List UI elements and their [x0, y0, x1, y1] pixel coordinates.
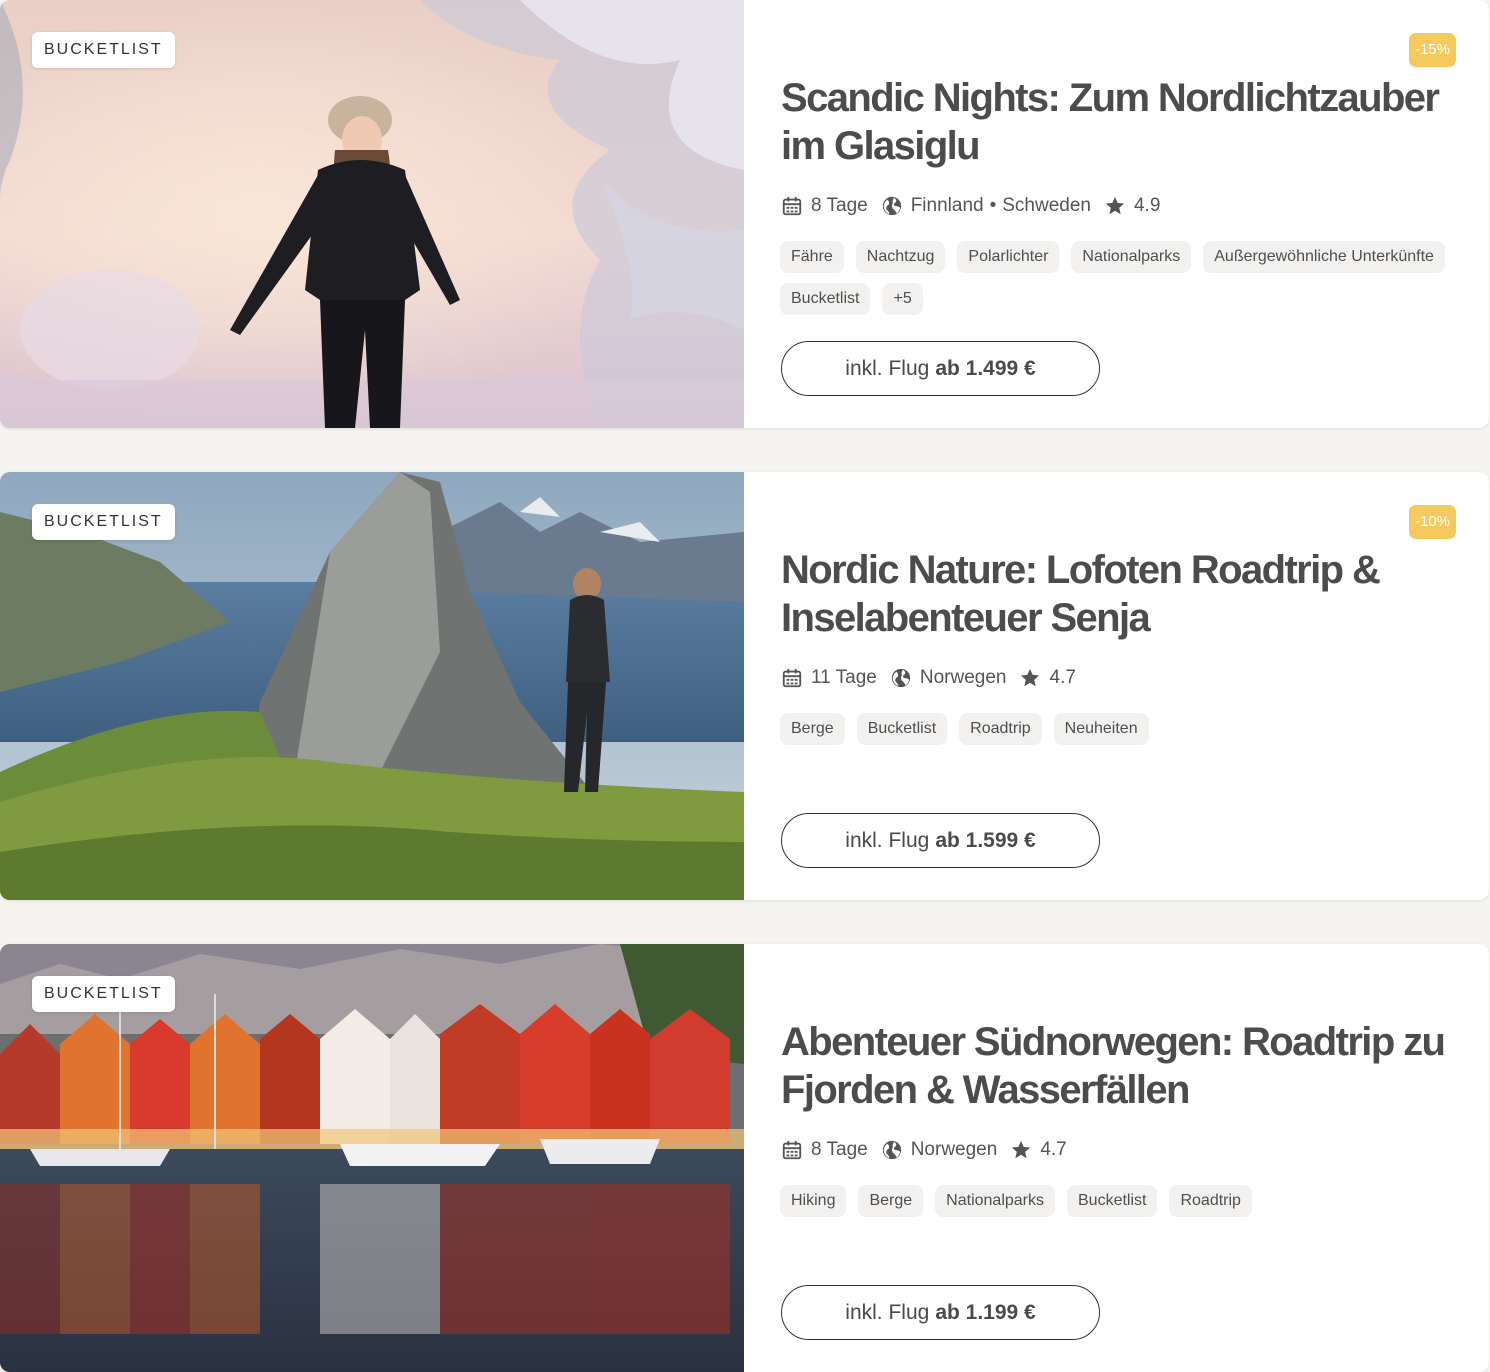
trip-duration: 8 Tage [811, 1139, 868, 1160]
tag[interactable]: Berge [780, 713, 845, 745]
tag[interactable]: Fähre [780, 241, 844, 273]
calendar-icon [781, 195, 803, 217]
tag[interactable]: Nationalparks [935, 1185, 1055, 1217]
trip-rating: 4.9 [1133, 195, 1161, 216]
trip-title[interactable]: Abenteuer Südnorwegen: Roadtrip zu Fjord… [781, 1018, 1461, 1114]
price-value: ab 1.199 € [935, 1300, 1036, 1324]
globe-icon [881, 1139, 903, 1161]
tag[interactable]: Neuheiten [1053, 713, 1149, 745]
calendar-icon [781, 667, 803, 689]
price-prefix: inkl. Flug [845, 356, 930, 380]
tag[interactable]: Bucketlist [780, 283, 871, 315]
more-tags-button[interactable]: +5 [882, 283, 923, 315]
trip-title[interactable]: Scandic Nights: Zum Nordlichtzauber im G… [781, 74, 1461, 170]
price-button[interactable]: inkl. Flug ab 1.499 € [781, 341, 1100, 396]
tag[interactable]: Bucketlist [1067, 1185, 1158, 1217]
tag[interactable]: Roadtrip [1169, 1185, 1252, 1217]
bucketlist-badge: BUCKETLIST [32, 504, 175, 540]
trip-country: Finnland [910, 195, 984, 216]
star-icon [1010, 1139, 1032, 1161]
trip-photo-lofoten[interactable]: BUCKETLIST [0, 472, 744, 900]
trip-country: Schweden [1002, 195, 1091, 216]
tag-list: Hiking Berge Nationalparks Bucketlist Ro… [780, 1185, 1460, 1217]
price-prefix: inkl. Flug [845, 1300, 930, 1324]
bucketlist-badge: BUCKETLIST [32, 32, 175, 68]
discount-badge: -10% [1408, 505, 1456, 539]
bucketlist-badge: BUCKETLIST [32, 976, 175, 1012]
trip-content: -15% Scandic Nights: Zum Nordlichtzauber… [744, 0, 1489, 428]
trip-photo-winter[interactable]: BUCKETLIST [0, 0, 744, 428]
globe-icon [890, 667, 912, 689]
trip-rating: 4.7 [1049, 667, 1076, 688]
tag[interactable]: Roadtrip [959, 713, 1042, 745]
discount-badge: -15% [1408, 33, 1456, 67]
trip-photo-bergen[interactable]: BUCKETLIST [0, 944, 744, 1372]
trip-meta: 11 Tage Norwegen 4.7 [781, 664, 1089, 692]
trip-card[interactable]: BUCKETLIST Abenteuer Südnorwegen: Roadtr… [0, 944, 1489, 1372]
trip-meta: 8 Tage Finnland • Schweden 4.9 [781, 192, 1173, 220]
tag-list: Fähre Nachtzug Polarlichter Nationalpark… [780, 241, 1460, 315]
tag[interactable]: Bucketlist [856, 713, 948, 745]
trip-card[interactable]: BUCKETLIST -15% Scandic Nights: Zum Nord… [0, 0, 1489, 428]
price-value: ab 1.499 € [935, 356, 1036, 380]
trip-duration: 8 Tage [811, 195, 868, 216]
globe-icon [881, 195, 903, 217]
trip-meta: 8 Tage Norwegen 4.7 [781, 1136, 1080, 1164]
trip-content: -10% Nordic Nature: Lofoten Roadtrip & I… [744, 472, 1489, 900]
trip-title[interactable]: Nordic Nature: Lofoten Roadtrip & Insela… [781, 546, 1461, 642]
trip-content: Abenteuer Südnorwegen: Roadtrip zu Fjord… [744, 944, 1489, 1372]
price-button[interactable]: inkl. Flug ab 1.199 € [781, 1285, 1100, 1340]
tag[interactable]: Berge [858, 1185, 924, 1217]
trip-country: Norwegen [910, 1139, 998, 1160]
tag[interactable]: Nationalparks [1071, 241, 1192, 273]
trip-list: BUCKETLIST -15% Scandic Nights: Zum Nord… [0, 0, 1490, 1372]
tag[interactable]: Außergewöhnliche Unterkünfte [1203, 241, 1445, 273]
star-icon [1104, 195, 1126, 217]
price-value: ab 1.599 € [935, 828, 1036, 852]
trip-rating: 4.7 [1040, 1139, 1067, 1160]
tag[interactable]: Polarlichter [957, 241, 1060, 273]
trip-country: Norwegen [919, 667, 1007, 688]
tag-list: Berge Bucketlist Roadtrip Neuheiten [780, 713, 1460, 745]
trip-duration: 11 Tage [811, 667, 877, 688]
calendar-icon [781, 1139, 803, 1161]
tag[interactable]: Nachtzug [855, 241, 946, 273]
trip-card[interactable]: BUCKETLIST -10% Nordic Nature: Lofoten R… [0, 472, 1489, 900]
star-icon [1019, 667, 1041, 689]
price-prefix: inkl. Flug [845, 828, 930, 852]
price-button[interactable]: inkl. Flug ab 1.599 € [781, 813, 1100, 868]
tag[interactable]: Hiking [780, 1185, 847, 1217]
